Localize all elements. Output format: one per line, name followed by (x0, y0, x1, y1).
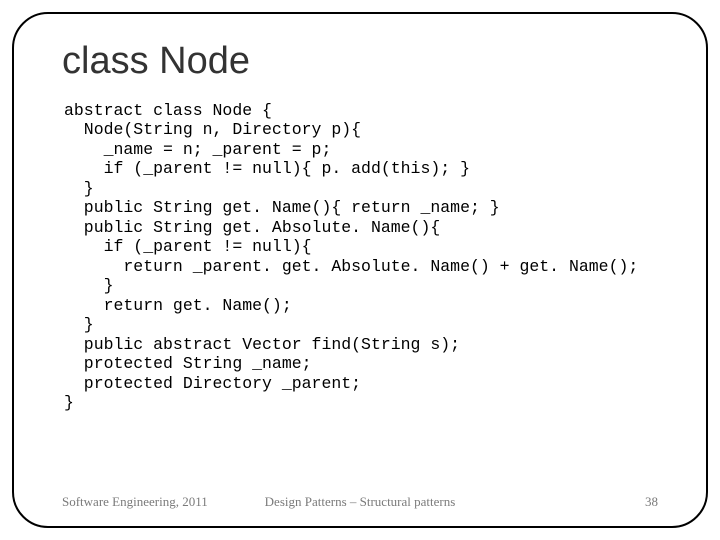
slide-title: class Node (62, 40, 666, 83)
footer-center: Design Patterns – Structural patterns (14, 494, 706, 510)
code-block: abstract class Node { Node(String n, Dir… (64, 101, 666, 413)
slide-frame: class Node abstract class Node { Node(St… (12, 12, 708, 528)
footer-right: 38 (645, 494, 658, 510)
slide: class Node abstract class Node { Node(St… (0, 0, 720, 540)
